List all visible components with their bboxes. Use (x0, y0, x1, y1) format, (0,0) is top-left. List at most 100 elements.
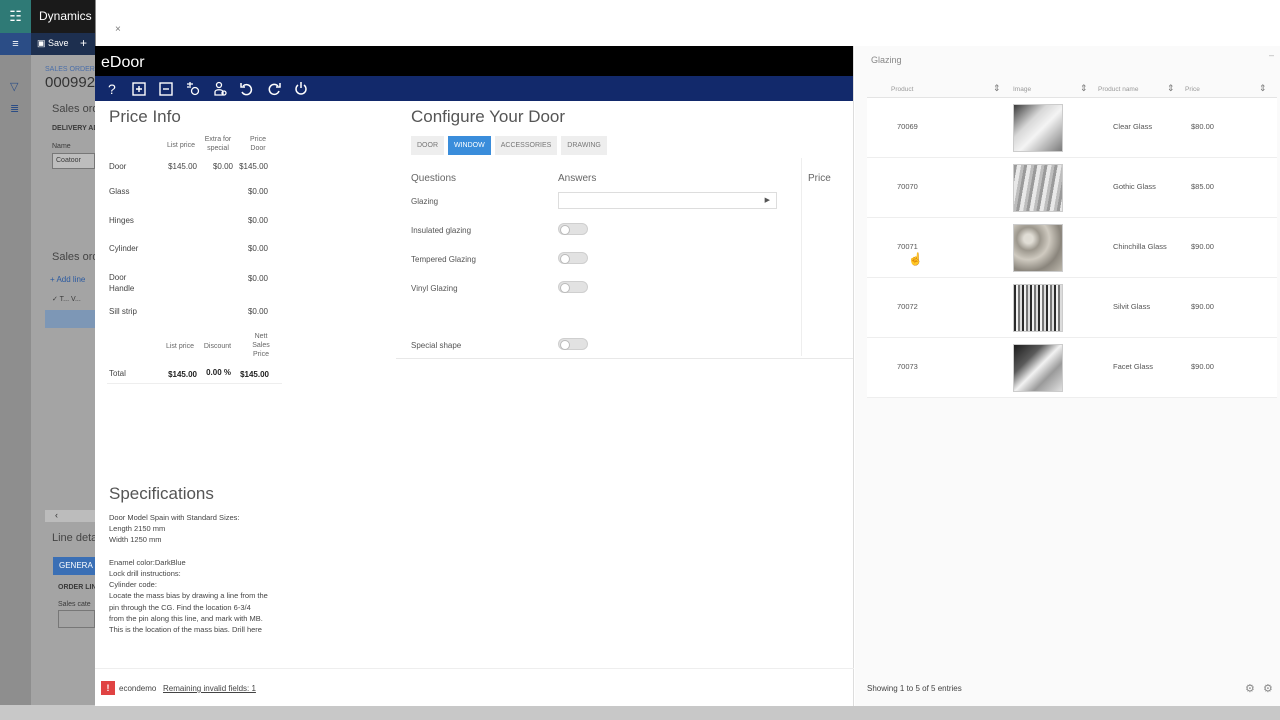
questions-header: Questions (411, 173, 457, 184)
door-price: $145.00 (239, 162, 268, 171)
specifications-title: Specifications (109, 484, 214, 503)
price-row-label: Cylinder (109, 244, 139, 253)
total-discount[interactable]: 0.00 % (199, 368, 231, 377)
door-list-price: $145.00 (168, 162, 197, 171)
column-price[interactable]: Price (1185, 86, 1200, 93)
sort-icon[interactable]: ⇕ (993, 83, 1001, 94)
save-button[interactable]: ▣ Save (37, 38, 69, 49)
column-product[interactable]: Product (891, 86, 913, 93)
product-name: Clear Glass (1113, 122, 1153, 131)
sort-icon[interactable]: ⇕ (1259, 83, 1267, 94)
tab-accessories[interactable]: ACCESSORIES (494, 136, 558, 155)
door-handle-price: $0.00 (247, 274, 268, 283)
sort-icon[interactable]: ⇕ (1167, 83, 1175, 94)
special-shape-toggle[interactable] (558, 338, 588, 350)
product-id: 70070 (897, 182, 918, 191)
entries-count: Showing 1 to 5 of 5 entries (867, 684, 962, 693)
product-price: $90.00 (1191, 242, 1214, 251)
hinges-price: $0.00 (247, 216, 268, 225)
user-settings-icon[interactable] (206, 76, 233, 101)
product-name: Chinchilla Glass (1113, 242, 1167, 251)
question-tempered: Tempered Glazing (411, 255, 476, 264)
specifications-text: Door Model Spain with Standard Sizes: Le… (109, 513, 268, 635)
gear-icon[interactable]: ⚙ (1263, 682, 1273, 695)
question-insulated: Insulated glazing (411, 226, 472, 235)
record-id: 000992 (45, 74, 96, 91)
glass-price: $0.00 (247, 187, 268, 196)
total-list-price: $145.00 (168, 370, 197, 379)
sales-cate-field[interactable] (58, 610, 95, 628)
net-price-header: Nett Sales Price (252, 333, 270, 358)
user-name: econdemo (119, 684, 157, 693)
order-lines-tab[interactable]: ORDER LIN (58, 584, 97, 591)
product-name: Gothic Glass (1113, 182, 1156, 191)
column-divider (801, 158, 802, 356)
app-launcher-icon[interactable]: ☷ (0, 0, 31, 33)
sales-cate-caption: Sales cate (58, 601, 91, 608)
section-sales-header[interactable]: Sales ord (52, 103, 98, 115)
power-icon[interactable] (287, 76, 314, 101)
glass-thumbnail (1013, 104, 1063, 152)
insulated-glazing-toggle[interactable] (558, 223, 588, 235)
section-orders-header[interactable]: Sales ord (52, 251, 98, 263)
configure-tabs: DOOR WINDOW ACCESSORIES DRAWING (411, 136, 607, 155)
minimize-icon[interactable]: – (1269, 50, 1274, 60)
product-price: $85.00 (1191, 182, 1214, 191)
filter-icon[interactable]: ▽ (10, 80, 18, 93)
tempered-glazing-toggle[interactable] (558, 252, 588, 264)
column-product-name[interactable]: Product name (1098, 86, 1138, 93)
price-row-label: Sill strip (109, 307, 138, 316)
name-value: Coatoor (56, 157, 81, 164)
undo-icon[interactable] (233, 76, 260, 101)
price-row-label: Hinges (109, 216, 134, 225)
list-icon[interactable]: ≣ (10, 102, 19, 115)
tab-drawing[interactable]: DRAWING (561, 136, 607, 155)
name-field[interactable]: Coatoor (52, 153, 95, 169)
vinyl-glazing-toggle[interactable] (558, 281, 588, 293)
price-row-label: Glass (109, 187, 130, 196)
column-image[interactable]: Image (1013, 86, 1031, 93)
invalid-fields-link[interactable]: Remaining invalid fields: 1 (163, 684, 256, 693)
selected-grid-row[interactable] (45, 310, 95, 328)
line-details-header[interactable]: Line deta (52, 532, 97, 544)
question-vinyl: Vinyl Glazing (411, 284, 458, 293)
add-line-button[interactable]: + Add line (50, 275, 85, 284)
glazing-row[interactable]: 70069 Clear Glass $80.00 (867, 98, 1277, 158)
generate-button[interactable]: GENERA (53, 557, 95, 575)
new-icon[interactable]: + (80, 36, 87, 50)
configure-icon[interactable] (179, 76, 206, 101)
dynamics-brand: Dynamics (39, 9, 92, 23)
help-icon[interactable]: ? (98, 76, 125, 101)
glazing-row[interactable]: 70071 Chinchilla Glass $90.00 (867, 218, 1277, 278)
svg-text:?: ? (108, 81, 116, 97)
horizontal-scroll[interactable]: ‹ (45, 510, 95, 522)
tab-window[interactable]: WINDOW (448, 136, 491, 155)
total-net-price: $145.00 (240, 370, 269, 379)
sill-strip-price: $0.00 (247, 307, 268, 316)
remove-icon[interactable] (152, 76, 179, 101)
nav-pane (0, 55, 31, 705)
answers-header: Answers (558, 173, 597, 184)
glazing-panel: Glazing – Product ⇕ Image ⇕ Product name… (855, 46, 1280, 706)
glass-thumbnail (1013, 284, 1063, 332)
glazing-row[interactable]: 70070 Gothic Glass $85.00 (867, 158, 1277, 218)
dialog-close-icon[interactable]: × (115, 24, 121, 35)
glazing-row[interactable]: 70072 Silvit Glass $90.00 (867, 278, 1277, 338)
grid-header: ✓ T... V... (52, 296, 81, 303)
product-price: $90.00 (1191, 302, 1214, 311)
total-label: Total (109, 369, 126, 378)
product-name: Silvit Glass (1113, 302, 1151, 311)
hamburger-icon[interactable]: ≡ (0, 33, 31, 55)
refresh-icon[interactable] (260, 76, 287, 101)
glazing-select[interactable]: ▶ (558, 192, 777, 209)
sort-icon[interactable]: ⇕ (1080, 83, 1088, 94)
product-name: Facet Glass (1113, 362, 1154, 371)
tab-door[interactable]: DOOR (411, 136, 444, 155)
record-caption: SALES ORDER (45, 66, 95, 73)
glazing-title: Glazing (871, 55, 902, 65)
discount-header: Discount (203, 343, 232, 350)
total-divider (107, 383, 282, 384)
add-icon[interactable] (125, 76, 152, 101)
glazing-row[interactable]: 70073 Facet Glass $90.00 (867, 338, 1277, 398)
gear-icon[interactable]: ⚙ (1245, 682, 1255, 695)
